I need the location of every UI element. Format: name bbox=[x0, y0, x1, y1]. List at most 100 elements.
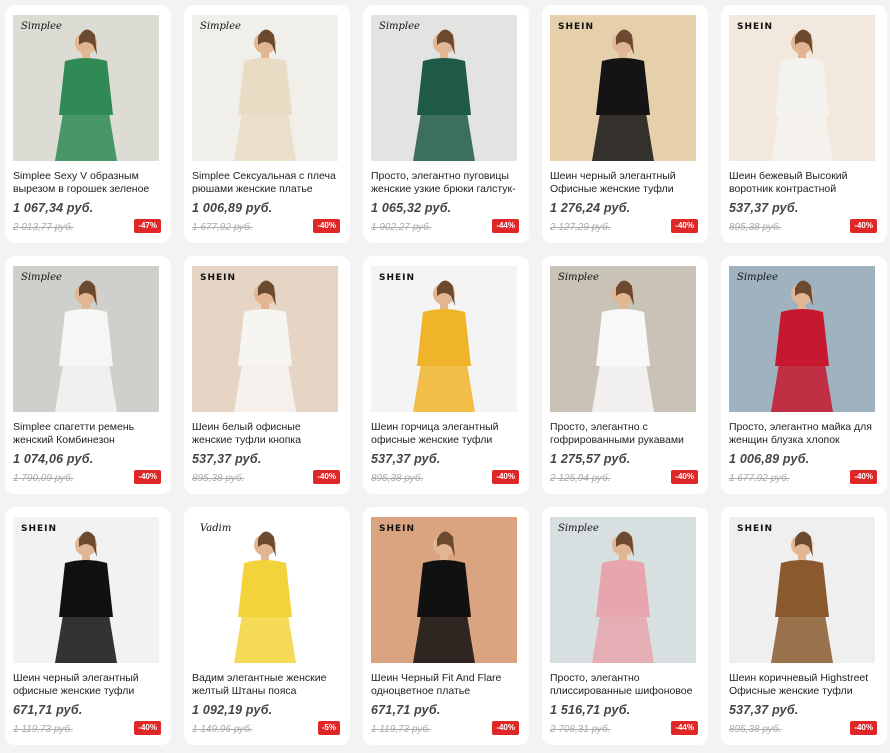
brand-logo: Simplee bbox=[558, 272, 599, 283]
product-image[interactable]: SHEIN bbox=[729, 15, 875, 161]
product-card[interactable]: SHEIN Шеин черный элегантный офисные женс… bbox=[5, 507, 171, 745]
discount-badge: -40% bbox=[850, 470, 877, 484]
brand-logo: SHEIN bbox=[737, 524, 773, 534]
product-title[interactable]: Шеин Черный Fit And Flare одноцветное пл… bbox=[371, 672, 521, 698]
product-card[interactable]: Simplee Просто, элегантно пуговицы женски… bbox=[363, 5, 529, 243]
product-title[interactable]: Просто, элегантно с гофрированными рукав… bbox=[550, 421, 700, 447]
product-price: 1 074,06 руб. bbox=[13, 452, 94, 466]
product-title[interactable]: Шеин коричневый Highstreet Офисные женск… bbox=[729, 672, 879, 698]
product-card[interactable]: SHEIN Шеин коричневый Highstreet Офисные … bbox=[721, 507, 887, 745]
product-title[interactable]: Просто, элегантно пуговицы женские узкие… bbox=[371, 170, 521, 196]
discount-badge: -44% bbox=[492, 219, 519, 233]
discount-badge: -47% bbox=[134, 219, 161, 233]
product-image[interactable]: Vadim bbox=[192, 517, 338, 663]
product-card[interactable]: Simplee Просто, элегантно майка для женщи… bbox=[721, 256, 887, 494]
old-price: 1 902,27 руб. bbox=[371, 222, 432, 233]
product-image[interactable]: Simplee bbox=[550, 517, 696, 663]
brand-logo: Vadim bbox=[200, 523, 231, 534]
product-image[interactable]: SHEIN bbox=[192, 266, 338, 412]
discount-badge: -5% bbox=[317, 721, 340, 735]
product-card[interactable]: Simplee Просто, элегантно с гофрированным… bbox=[542, 256, 708, 494]
product-image[interactable]: Simplee bbox=[371, 15, 517, 161]
old-price: 895,38 руб. bbox=[729, 222, 782, 233]
product-grid: Simplee Simplee Sexy V образным вырезом в… bbox=[0, 0, 890, 753]
old-price: 1 149,96 руб. bbox=[192, 724, 253, 735]
product-price: 1 065,32 руб. bbox=[371, 201, 452, 215]
product-price: 1 006,89 руб. bbox=[192, 201, 273, 215]
discount-badge: -40% bbox=[671, 219, 698, 233]
brand-logo: SHEIN bbox=[200, 273, 236, 283]
product-card[interactable]: SHEIN Шеин Черный Fit And Flare одноцветн… bbox=[363, 507, 529, 745]
product-price: 671,71 руб. bbox=[13, 703, 83, 717]
product-title[interactable]: Шеин белый офисные женские туфли кнопка bbox=[192, 421, 342, 447]
product-card[interactable]: SHEIN Шеин горчица элегантный офисные жен… bbox=[363, 256, 529, 494]
brand-logo: Simplee bbox=[379, 21, 420, 32]
product-title[interactable]: Simplee спагетти ремень женский Комбинез… bbox=[13, 421, 163, 447]
old-price: 1 677,92 руб. bbox=[729, 473, 790, 484]
brand-logo: SHEIN bbox=[379, 524, 415, 534]
old-price: 1 790,09 руб. bbox=[13, 473, 74, 484]
product-card[interactable]: SHEIN Шеин бежевый Высокий воротник контр… bbox=[721, 5, 887, 243]
old-price: 1 119,73 руб. bbox=[13, 724, 73, 735]
old-price: 1 677,92 руб. bbox=[192, 222, 253, 233]
product-card[interactable]: SHEIN Шеин черный элегантный Офисные женс… bbox=[542, 5, 708, 243]
product-card[interactable]: SHEIN Шеин белый офисные женские туфли кн… bbox=[184, 256, 350, 494]
product-price: 1 067,34 руб. bbox=[13, 201, 94, 215]
product-price: 1 092,19 руб. bbox=[192, 703, 273, 717]
product-price: 537,37 руб. bbox=[729, 703, 799, 717]
product-title[interactable]: Вадим элегантные женские желтый Штаны по… bbox=[192, 672, 342, 698]
discount-badge: -40% bbox=[850, 721, 877, 735]
product-image[interactable]: SHEIN bbox=[550, 15, 696, 161]
product-image[interactable]: Simplee bbox=[13, 15, 159, 161]
brand-logo: Simplee bbox=[737, 272, 778, 283]
product-price: 1 275,57 руб. bbox=[550, 452, 631, 466]
product-price: 537,37 руб. bbox=[192, 452, 262, 466]
product-card[interactable]: Simplee Simplee спагетти ремень женский К… bbox=[5, 256, 171, 494]
product-image[interactable]: Simplee bbox=[550, 266, 696, 412]
product-card[interactable]: Simplee Просто, элегантно плиссированные … bbox=[542, 507, 708, 745]
product-image[interactable]: SHEIN bbox=[13, 517, 159, 663]
old-price: 895,38 руб. bbox=[729, 724, 782, 735]
product-title[interactable]: Просто, элегантно плиссированные шифонов… bbox=[550, 672, 700, 698]
brand-logo: Simplee bbox=[21, 21, 62, 32]
product-price: 1 006,89 руб. bbox=[729, 452, 810, 466]
product-image[interactable]: Simplee bbox=[192, 15, 338, 161]
product-card[interactable]: Simplee Simplee Sexy V образным вырезом в… bbox=[5, 5, 171, 243]
product-price: 537,37 руб. bbox=[371, 452, 441, 466]
discount-badge: -40% bbox=[313, 219, 340, 233]
product-title[interactable]: Шеин черный элегантный офисные женские т… bbox=[13, 672, 163, 698]
brand-logo: SHEIN bbox=[737, 22, 773, 32]
brand-logo: Simplee bbox=[200, 21, 241, 32]
brand-logo: SHEIN bbox=[558, 22, 594, 32]
product-image[interactable]: SHEIN bbox=[371, 517, 517, 663]
discount-badge: -40% bbox=[671, 470, 698, 484]
discount-badge: -40% bbox=[313, 470, 340, 484]
product-image[interactable]: Simplee bbox=[13, 266, 159, 412]
product-title[interactable]: Simplee Sexy V образным вырезом в гороше… bbox=[13, 170, 163, 196]
product-image[interactable]: SHEIN bbox=[371, 266, 517, 412]
product-image[interactable]: Simplee bbox=[729, 266, 875, 412]
product-title[interactable]: Шеин бежевый Высокий воротник контрастно… bbox=[729, 170, 879, 196]
old-price: 2 708,31 руб. bbox=[550, 724, 611, 735]
product-title[interactable]: Simplee Сексуальная с плеча рюшами женск… bbox=[192, 170, 342, 196]
product-price: 1 276,24 руб. bbox=[550, 201, 631, 215]
brand-logo: Simplee bbox=[558, 523, 599, 534]
old-price: 2 013,77 руб. bbox=[13, 222, 74, 233]
old-price: 895,38 руб. bbox=[371, 473, 424, 484]
product-card[interactable]: Vadim Вадим элегантные женские желтый Шта… bbox=[184, 507, 350, 745]
product-price: 1 516,71 руб. bbox=[550, 703, 631, 717]
product-title[interactable]: Просто, элегантно майка для женщин блузк… bbox=[729, 421, 879, 447]
discount-badge: -40% bbox=[134, 721, 161, 735]
brand-logo: Simplee bbox=[21, 272, 62, 283]
product-title[interactable]: Шеин черный элегантный Офисные женские т… bbox=[550, 170, 700, 196]
old-price: 1 119,73 руб. bbox=[371, 724, 431, 735]
discount-badge: -40% bbox=[492, 470, 519, 484]
discount-badge: -40% bbox=[134, 470, 161, 484]
product-card[interactable]: Simplee Simplee Сексуальная с плеча рюшам… bbox=[184, 5, 350, 243]
old-price: 895,38 руб. bbox=[192, 473, 245, 484]
product-image[interactable]: SHEIN bbox=[729, 517, 875, 663]
product-price: 671,71 руб. bbox=[371, 703, 441, 717]
brand-logo: SHEIN bbox=[379, 273, 415, 283]
discount-badge: -40% bbox=[492, 721, 519, 735]
product-title[interactable]: Шеин горчица элегантный офисные женские … bbox=[371, 421, 521, 447]
